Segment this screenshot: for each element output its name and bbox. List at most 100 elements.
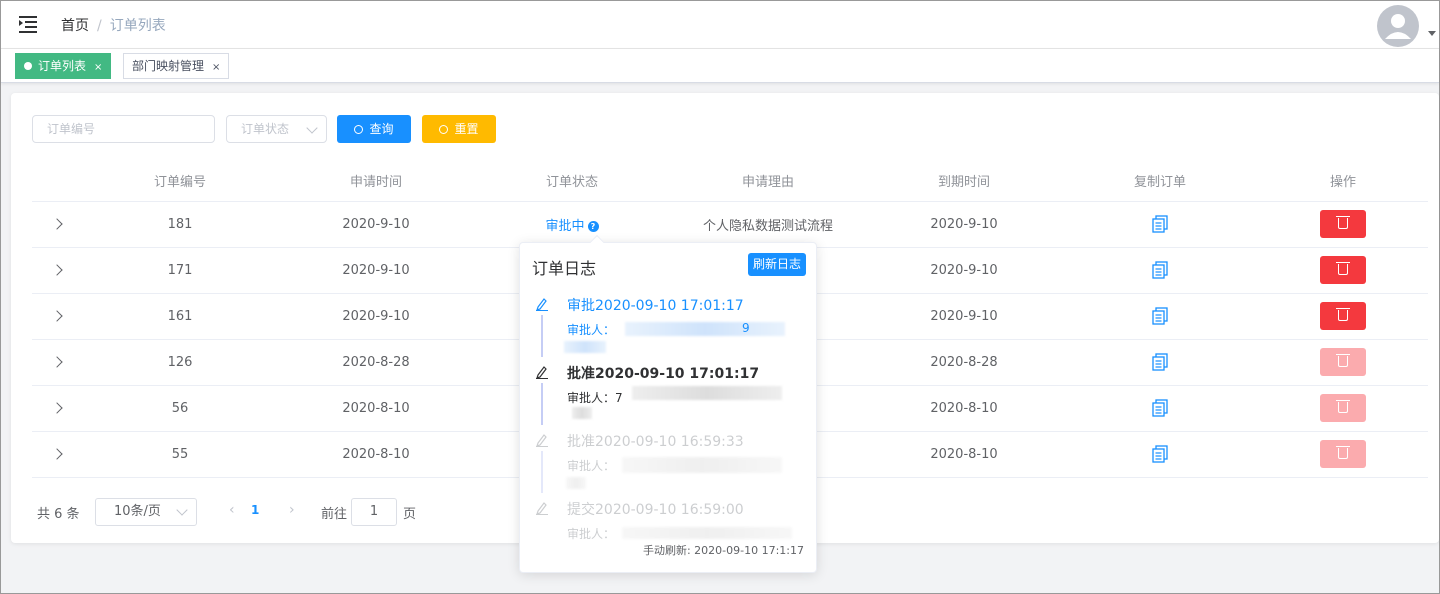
delete-button[interactable]	[1320, 210, 1366, 238]
popover-title: 订单日志	[532, 259, 597, 278]
tag-label: 部门映射管理	[132, 59, 205, 73]
timeline-line	[541, 315, 543, 357]
menu-toggle-icon[interactable]	[19, 15, 37, 33]
delete-button[interactable]	[1320, 302, 1366, 330]
approver-value: 7	[615, 391, 623, 405]
column-header: 复制订单	[1062, 161, 1258, 202]
close-icon[interactable]: ×	[212, 62, 220, 73]
tag-order-list[interactable]: 订单列表 ×	[15, 53, 112, 79]
redacted-text	[625, 322, 785, 336]
close-icon[interactable]: ×	[94, 62, 102, 73]
chevron-right-icon[interactable]	[51, 217, 63, 230]
action-cell	[1258, 247, 1428, 294]
reset-button-label: 重置	[454, 122, 479, 136]
breadcrumb-home[interactable]: 首页	[61, 18, 89, 34]
order-no-cell: 171	[82, 247, 278, 294]
delete-button[interactable]	[1320, 394, 1366, 422]
trash-icon	[1336, 354, 1350, 367]
reset-button[interactable]: 重置	[422, 115, 496, 143]
log-entry-title: 批准2020-09-10 16:59:33	[567, 434, 744, 450]
expand-cell	[32, 293, 82, 340]
order-no-cell: 161	[82, 293, 278, 340]
page-number[interactable]: 1	[251, 503, 259, 517]
apply-time-cell: 2020-9-10	[278, 293, 474, 340]
page-size-select[interactable]: 10条/页	[95, 498, 197, 526]
column-header: 申请理由	[670, 161, 866, 202]
status-text[interactable]: 审批中	[545, 219, 584, 234]
order-no-cell: 56	[82, 385, 278, 432]
tags-view: 订单列表 × 部门映射管理 ×	[1, 49, 1439, 83]
chevron-right-icon[interactable]	[51, 355, 63, 368]
breadcrumb: 首页 / 订单列表	[61, 15, 166, 35]
action-cell	[1258, 339, 1428, 386]
copy-cell	[1062, 201, 1258, 248]
expand-cell	[32, 247, 82, 294]
trash-icon	[1336, 216, 1350, 229]
next-page-icon[interactable]: ›	[289, 502, 295, 518]
copy-order-icon[interactable]	[1151, 307, 1169, 325]
total-count: 共 6 条	[37, 507, 80, 522]
status-cell: 审批中?	[474, 201, 670, 248]
copy-cell	[1062, 431, 1258, 478]
column-header: 订单状态	[474, 161, 670, 202]
chevron-right-icon[interactable]	[51, 309, 63, 322]
expire-cell: 2020-9-10	[866, 247, 1062, 294]
chevron-right-icon[interactable]	[51, 263, 63, 276]
tag-dept-mapping[interactable]: 部门映射管理 ×	[123, 53, 230, 79]
search-icon	[439, 125, 449, 134]
chevron-right-icon[interactable]	[51, 447, 63, 460]
approver-label: 审批人：	[567, 323, 616, 337]
approver-label: 审批人：	[567, 459, 616, 473]
copy-cell	[1062, 385, 1258, 432]
copy-order-icon[interactable]	[1151, 445, 1169, 463]
approver-label: 审批人：	[567, 391, 616, 405]
log-entry-title: 批准2020-09-10 17:01:17	[567, 366, 760, 382]
status-select[interactable]: 订单状态	[226, 115, 327, 143]
trash-icon	[1336, 446, 1350, 459]
delete-button[interactable]	[1320, 348, 1366, 376]
goto-label: 前往	[321, 507, 348, 522]
goto-page-input[interactable]: 1	[351, 498, 397, 526]
apply-time-cell: 2020-8-10	[278, 431, 474, 478]
copy-order-icon[interactable]	[1151, 353, 1169, 371]
avatar[interactable]	[1377, 5, 1419, 47]
redacted-text	[632, 386, 782, 400]
edit-icon	[536, 298, 548, 311]
breadcrumb-separator: /	[97, 18, 102, 34]
active-dot-icon	[24, 62, 32, 70]
action-cell	[1258, 385, 1428, 432]
copy-order-icon[interactable]	[1151, 215, 1169, 233]
chevron-right-icon[interactable]	[51, 401, 63, 414]
delete-button[interactable]	[1320, 440, 1366, 468]
copy-cell	[1062, 247, 1258, 294]
prev-page-icon[interactable]: ‹	[229, 502, 235, 518]
copy-order-icon[interactable]	[1151, 399, 1169, 417]
log-entry-approver: 审批人：	[567, 457, 615, 474]
column-header: 订单编号	[82, 161, 278, 202]
expire-cell: 2020-8-10	[866, 431, 1062, 478]
expire-cell: 2020-8-28	[866, 339, 1062, 386]
order-no-cell: 55	[82, 431, 278, 478]
goto-suffix: 页	[403, 507, 417, 522]
action-cell	[1258, 201, 1428, 248]
expire-cell: 2020-9-10	[866, 293, 1062, 340]
edit-icon	[536, 434, 548, 447]
expand-cell	[32, 201, 82, 248]
delete-button[interactable]	[1320, 256, 1366, 284]
question-icon[interactable]: ?	[587, 220, 599, 232]
trash-icon	[1336, 262, 1350, 275]
order-no-input[interactable]: 订单编号	[32, 115, 215, 143]
caret-down-icon[interactable]	[1428, 31, 1436, 36]
expand-column-header	[32, 161, 82, 202]
order-no-cell: 126	[82, 339, 278, 386]
redacted-text	[566, 477, 586, 489]
copy-order-icon[interactable]	[1151, 261, 1169, 279]
expand-cell	[32, 385, 82, 432]
redacted-text	[622, 457, 782, 473]
search-button[interactable]: 查询	[337, 115, 411, 143]
log-entry-approver: 审批人：	[567, 321, 615, 338]
log-entry-approver: 审批人：7	[567, 389, 623, 406]
user-icon	[1385, 14, 1411, 39]
timeline-line	[541, 383, 543, 425]
refresh-log-button[interactable]: 刷新日志	[748, 253, 806, 276]
